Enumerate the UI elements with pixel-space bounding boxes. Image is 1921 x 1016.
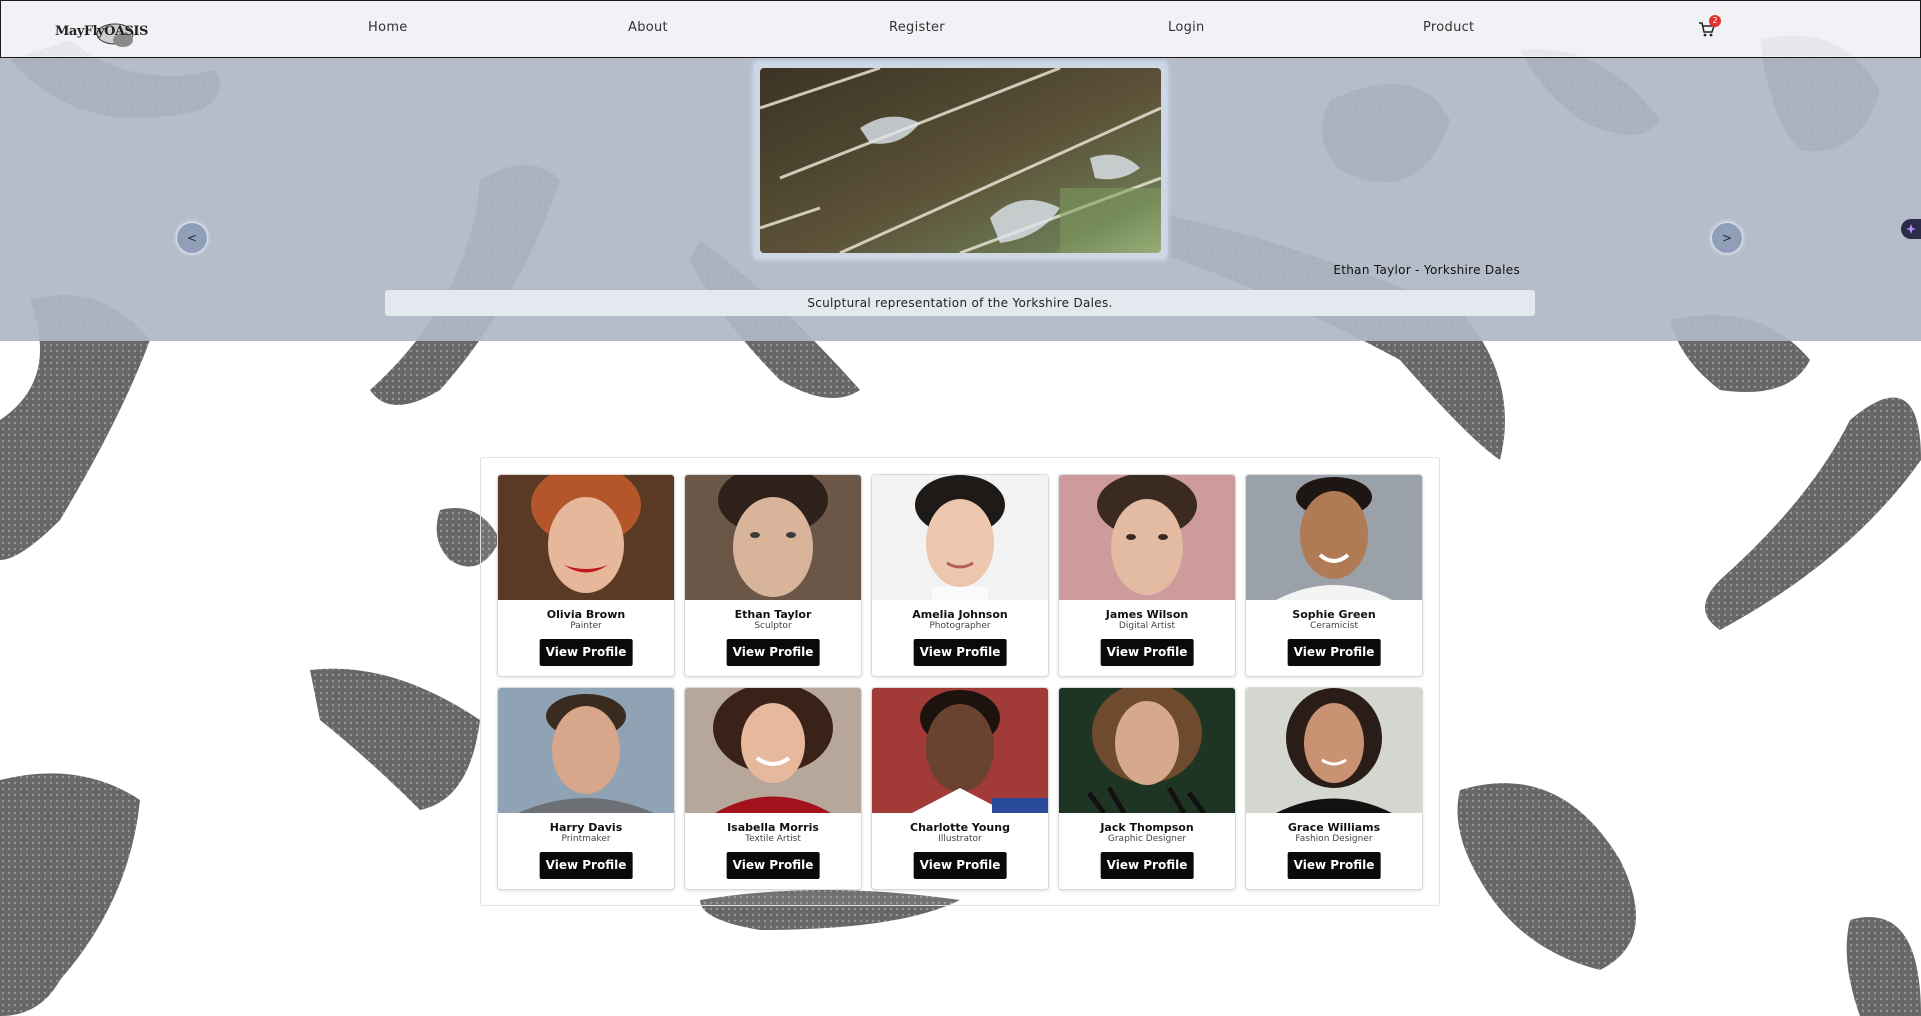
artist-photo — [685, 475, 861, 600]
artist-card: Isabella Morris Textile Artist View Prof… — [684, 687, 862, 890]
artist-role: Fashion Designer — [1295, 834, 1373, 844]
artist-role: Graphic Designer — [1107, 834, 1187, 844]
carousel-prev-button[interactable]: < — [176, 222, 208, 254]
view-profile-button[interactable]: View Profile — [913, 639, 1007, 666]
view-profile-button[interactable]: View Profile — [913, 852, 1007, 879]
artist-photo — [1059, 475, 1235, 600]
artist-photo — [872, 688, 1048, 813]
artist-name: Grace Williams — [1287, 821, 1381, 834]
nav-home[interactable]: Home — [368, 20, 408, 35]
slide-caption: Sculptural representation of the Yorkshi… — [385, 290, 1535, 316]
view-profile-button[interactable]: View Profile — [1287, 852, 1381, 879]
artist-grid: Olivia Brown Painter View Profile Ethan … — [480, 457, 1440, 906]
artist-photo — [1059, 688, 1235, 813]
nav-about[interactable]: About — [628, 20, 668, 35]
artist-card: Olivia Brown Painter View Profile — [497, 474, 675, 677]
artist-photo — [1246, 475, 1422, 600]
view-profile-button[interactable]: View Profile — [1100, 639, 1194, 666]
nav-register[interactable]: Register — [889, 20, 945, 35]
artist-role: Ceramicist — [1310, 621, 1358, 631]
artist-role: Painter — [570, 621, 602, 631]
artist-role: Textile Artist — [745, 834, 801, 844]
artist-photo — [872, 475, 1048, 600]
nav-login[interactable]: Login — [1168, 20, 1205, 35]
artist-card: Sophie Green Ceramicist View Profile — [1245, 474, 1423, 677]
top-navbar: MayFlyOASIS Home About Register Login Pr… — [0, 0, 1921, 58]
artist-card: Charlotte Young Illustrator View Profile — [871, 687, 1049, 890]
artist-role: Photographer — [929, 621, 991, 631]
view-profile-button[interactable]: View Profile — [726, 852, 820, 879]
site-logo[interactable]: MayFlyOASIS — [53, 20, 148, 50]
artist-role: Digital Artist — [1118, 621, 1176, 631]
artist-name: Jack Thompson — [1100, 821, 1194, 834]
side-widget-icon[interactable] — [1901, 219, 1921, 239]
artist-role: Printmaker — [561, 834, 611, 844]
slide-image — [760, 68, 1161, 253]
artist-name: Charlotte Young — [910, 821, 1010, 834]
carousel-slide[interactable] — [753, 61, 1168, 260]
view-profile-button[interactable]: View Profile — [1100, 852, 1194, 879]
artist-photo — [498, 688, 674, 813]
artist-name: James Wilson — [1105, 608, 1189, 621]
slide-credit: Ethan Taylor - Yorkshire Dales — [1333, 263, 1520, 277]
carousel-next-button[interactable]: > — [1711, 222, 1743, 254]
view-profile-button[interactable]: View Profile — [539, 639, 633, 666]
artist-card: Ethan Taylor Sculptor View Profile — [684, 474, 862, 677]
artist-card: Amelia Johnson Photographer View Profile — [871, 474, 1049, 677]
artist-card: Jack Thompson Graphic Designer View Prof… — [1058, 687, 1236, 890]
artist-role: Sculptor — [754, 621, 792, 631]
artist-name: Sophie Green — [1292, 608, 1376, 621]
artist-role: Illustrator — [938, 834, 982, 844]
hero-carousel: < > Ethan Taylor - Yorkshire Dales Sculp… — [0, 56, 1921, 341]
artist-photo — [498, 475, 674, 600]
logo-text: MayFlyOASIS — [55, 24, 148, 39]
artist-card: Harry Davis Printmaker View Profile — [497, 687, 675, 890]
artist-name: Olivia Brown — [546, 608, 626, 621]
view-profile-button[interactable]: View Profile — [1287, 639, 1381, 666]
artist-card: Grace Williams Fashion Designer View Pro… — [1245, 687, 1423, 890]
artist-name: Ethan Taylor — [734, 608, 812, 621]
artist-photo — [1246, 688, 1422, 813]
view-profile-button[interactable]: View Profile — [539, 852, 633, 879]
artist-name: Harry Davis — [549, 821, 623, 834]
artist-name: Amelia Johnson — [912, 608, 1008, 621]
artist-name: Isabella Morris — [727, 821, 819, 834]
nav-product[interactable]: Product — [1423, 20, 1474, 35]
cart-count-badge: 2 — [1709, 15, 1721, 27]
view-profile-button[interactable]: View Profile — [726, 639, 820, 666]
artist-photo — [685, 688, 861, 813]
artist-card: James Wilson Digital Artist View Profile — [1058, 474, 1236, 677]
